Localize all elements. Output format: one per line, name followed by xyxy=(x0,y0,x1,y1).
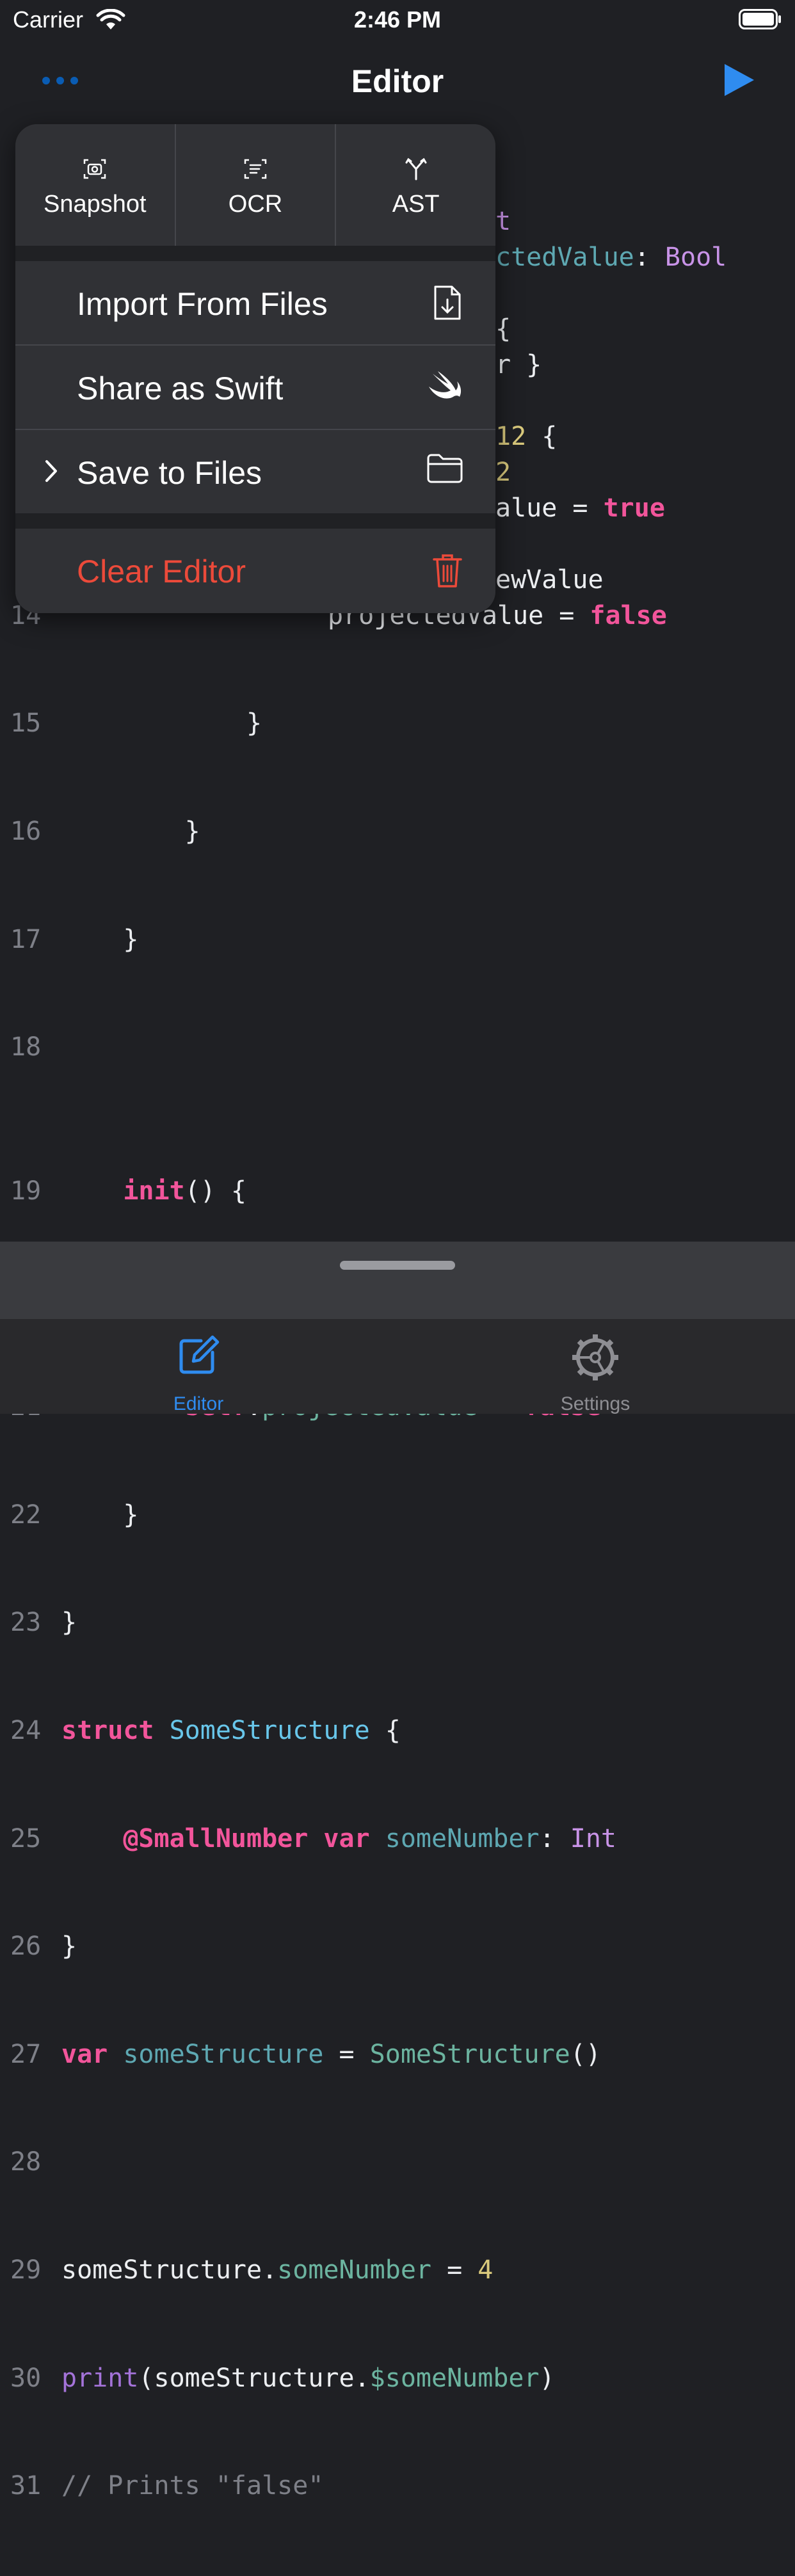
code-line: 22 } xyxy=(10,1500,139,1530)
code-fragment: 12 { xyxy=(495,422,558,451)
code-fragment: r } xyxy=(495,350,542,380)
code-fragment: alue = true xyxy=(495,493,665,523)
menu-top-actions: Snapshot OCR AST xyxy=(15,124,495,246)
code-line: 28 xyxy=(10,2147,42,2177)
code-fragment: 2 xyxy=(495,458,511,487)
code-line: 24 struct SomeStructure { xyxy=(10,1715,401,1745)
code-line: 23} xyxy=(10,1608,77,1638)
tab-editor[interactable]: Editor xyxy=(102,1319,294,1414)
folder-icon xyxy=(427,454,463,483)
status-bar: Carrier 2:46 PM xyxy=(0,0,795,40)
tree-branch-icon xyxy=(405,157,427,180)
tab-bar: Editor Settings xyxy=(0,1318,795,1414)
chevron-right-icon xyxy=(45,460,57,482)
tab-settings[interactable]: Settings xyxy=(499,1319,691,1414)
code-line: 19 init() { xyxy=(10,1176,246,1206)
code-fragment: t xyxy=(495,207,511,236)
document-download-icon xyxy=(434,285,461,320)
swift-icon xyxy=(429,371,462,399)
battery-icon xyxy=(739,9,781,29)
menu-separator xyxy=(15,246,495,261)
save-to-files-item[interactable]: Save to Files xyxy=(15,430,495,513)
ast-button[interactable]: AST xyxy=(336,124,495,246)
code-fragment: { xyxy=(495,314,511,344)
run-icon[interactable] xyxy=(722,61,757,99)
code-line: 26} xyxy=(10,1932,77,1962)
camera-icon xyxy=(84,159,106,179)
trash-icon xyxy=(433,554,462,588)
ocr-button[interactable]: OCR xyxy=(176,124,337,246)
code-fragment: ctedValue: Bool xyxy=(495,243,727,272)
snapshot-button[interactable]: Snapshot xyxy=(15,124,176,246)
context-menu: Snapshot OCR AST Import From Files Share… xyxy=(15,124,495,613)
code-line: 27 var someStructure = SomeStructure() xyxy=(10,2039,601,2069)
import-from-files-item[interactable]: Import From Files xyxy=(15,261,495,344)
code-line: 29 someStructure.someNumber = 4 xyxy=(10,2255,494,2285)
clear-editor-item[interactable]: Clear Editor xyxy=(15,529,495,613)
code-line: 18 xyxy=(10,1032,42,1062)
code-line: 30 print(someStructure.$someNumber) xyxy=(10,2363,555,2393)
code-fragment: ewValue xyxy=(495,565,604,595)
status-time: 2:46 PM xyxy=(353,6,442,33)
sheet-grabber-handle[interactable] xyxy=(340,1261,455,1270)
code-line: 16 } xyxy=(10,817,200,846)
compose-icon xyxy=(179,1335,220,1374)
share-as-swift-item[interactable]: Share as Swift xyxy=(15,346,495,429)
menu-separator xyxy=(15,513,495,529)
code-line: 17 } xyxy=(10,924,139,954)
code-line: 25 @SmallNumber var someNumber: Int xyxy=(10,1823,616,1853)
code-line: 31// Prints "false" xyxy=(10,2471,324,2501)
code-line: 15 } xyxy=(10,708,262,739)
gear-icon xyxy=(572,1334,618,1380)
text-scan-icon xyxy=(244,159,267,179)
bottom-sheet xyxy=(0,1242,795,1318)
page-title: Editor xyxy=(351,63,444,99)
